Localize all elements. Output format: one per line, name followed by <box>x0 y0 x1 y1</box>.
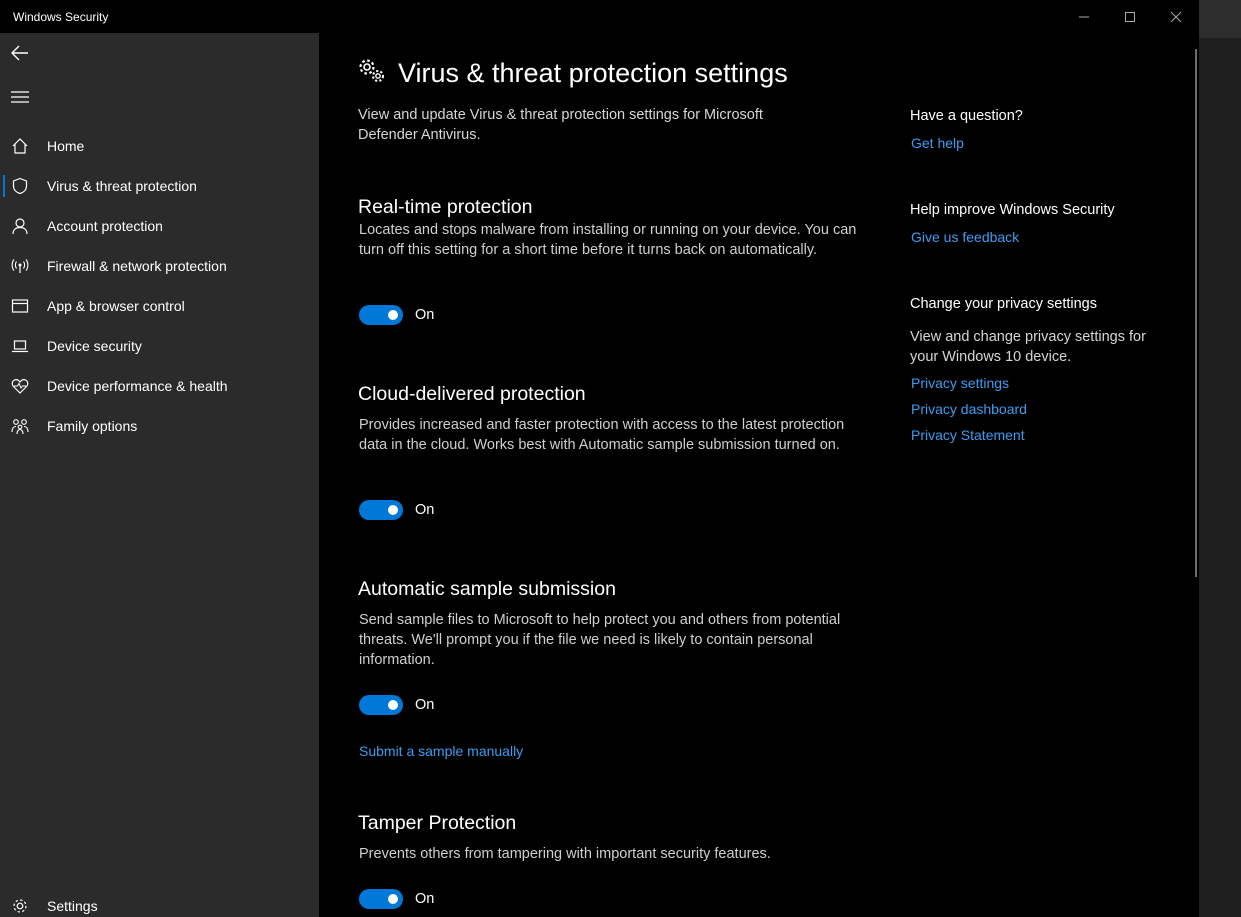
windows-security-window: Windows Security Home Virus & threat pro… <box>0 0 1199 917</box>
heart-pulse-icon <box>10 376 30 396</box>
get-help-link[interactable]: Get help <box>911 135 964 151</box>
app-window-icon <box>10 296 30 316</box>
person-icon <box>10 216 30 236</box>
scrollbar[interactable] <box>1195 49 1197 577</box>
section-description: Provides increased and faster protection… <box>359 417 845 453</box>
page-title-text: Virus & threat protection settings <box>398 58 788 88</box>
maximize-icon <box>1125 11 1135 22</box>
shield-icon <box>10 176 30 196</box>
sidebar-item-account-protection[interactable]: Account protection <box>0 206 319 246</box>
sidebar-item-label: Virus & threat protection <box>47 178 197 194</box>
privacy-text: View and change privacy settings for you… <box>910 329 1146 365</box>
maximize-button[interactable] <box>1107 0 1153 33</box>
real-time-protection-toggle[interactable] <box>359 305 403 325</box>
privacy-dashboard-link[interactable]: Privacy dashboard <box>911 401 1027 417</box>
main-content: Virus & threat protection settings View … <box>319 33 1199 917</box>
sidebar-item-label: Settings <box>47 898 98 914</box>
minimize-button[interactable] <box>1061 0 1107 33</box>
sidebar-item-label: Family options <box>47 418 138 434</box>
sidebar-item-home[interactable]: Home <box>0 126 319 166</box>
gear-icon <box>10 896 30 916</box>
submit-sample-link[interactable]: Submit a sample manually <box>359 743 523 759</box>
sidebar-item-virus-threat-protection[interactable]: Virus & threat protection <box>0 166 319 206</box>
section-title: Tamper Protection <box>358 812 517 834</box>
cloud-delivered-protection-toggle[interactable] <box>359 500 403 520</box>
section-description: Prevents others from tampering with impo… <box>359 846 771 862</box>
back-button[interactable] <box>0 33 40 73</box>
sidebar-item-firewall-network-protection[interactable]: Firewall & network protection <box>0 246 319 286</box>
privacy-statement-link[interactable]: Privacy Statement <box>911 427 1025 443</box>
sidebar-item-device-performance-health[interactable]: Device performance & health <box>0 366 319 406</box>
minimize-icon <box>1079 16 1089 17</box>
sidebar-item-settings[interactable]: Settings <box>0 886 319 917</box>
title-bar: Windows Security <box>0 0 1199 33</box>
toggle-state-label: On <box>415 697 435 713</box>
page-title: Virus & threat protection settings <box>358 58 788 89</box>
toggle-state-label: On <box>415 307 435 323</box>
toggle-knob <box>388 700 398 710</box>
page-description: View and update Virus & threat protectio… <box>358 107 763 143</box>
hamburger-icon <box>11 91 29 103</box>
window-title: Windows Security <box>13 10 109 24</box>
toggle-knob <box>388 894 398 904</box>
section-description: Locates and stops malware from installin… <box>359 222 857 258</box>
sidebar-item-label: Account protection <box>47 218 163 234</box>
family-icon <box>10 416 30 436</box>
section-description: Send sample files to Microsoft to help p… <box>359 612 841 668</box>
sidebar-item-label: App & browser control <box>47 298 185 314</box>
back-arrow-icon <box>11 45 28 61</box>
toggle-knob <box>388 505 398 515</box>
sidebar-item-family-options[interactable]: Family options <box>0 406 319 446</box>
section-title: Automatic sample submission <box>358 578 616 600</box>
section-title: Real-time protection <box>358 196 533 218</box>
feedback-link[interactable]: Give us feedback <box>911 229 1019 245</box>
close-icon <box>1171 11 1181 22</box>
selection-indicator <box>3 175 5 197</box>
sidebar-item-label: Device performance & health <box>47 378 228 394</box>
sidebar-item-label: Device security <box>47 338 142 354</box>
laptop-icon <box>10 336 30 356</box>
sidebar: Home Virus & threat protection Account p… <box>0 33 319 917</box>
home-icon <box>10 136 30 156</box>
background-window-strip <box>1199 0 1241 38</box>
toggle-state-label: On <box>415 502 435 518</box>
question-heading: Have a question? <box>910 108 1023 124</box>
desktop-background <box>1199 0 1241 917</box>
privacy-settings-link[interactable]: Privacy settings <box>911 375 1009 391</box>
section-title: Cloud-delivered protection <box>358 383 586 405</box>
toggle-knob <box>388 310 398 320</box>
toggle-state-label: On <box>415 891 435 907</box>
sidebar-item-device-security[interactable]: Device security <box>0 326 319 366</box>
sidebar-item-label: Home <box>47 138 85 154</box>
privacy-heading: Change your privacy settings <box>910 296 1097 312</box>
automatic-sample-submission-toggle[interactable] <box>359 695 403 715</box>
improve-heading: Help improve Windows Security <box>910 202 1115 218</box>
close-button[interactable] <box>1153 0 1199 33</box>
hamburger-menu-button[interactable] <box>0 77 40 117</box>
antenna-icon <box>10 256 30 276</box>
gears-icon <box>358 58 386 89</box>
sidebar-item-app-browser-control[interactable]: App & browser control <box>0 286 319 326</box>
sidebar-item-label: Firewall & network protection <box>47 258 227 274</box>
tamper-protection-toggle[interactable] <box>359 889 403 909</box>
